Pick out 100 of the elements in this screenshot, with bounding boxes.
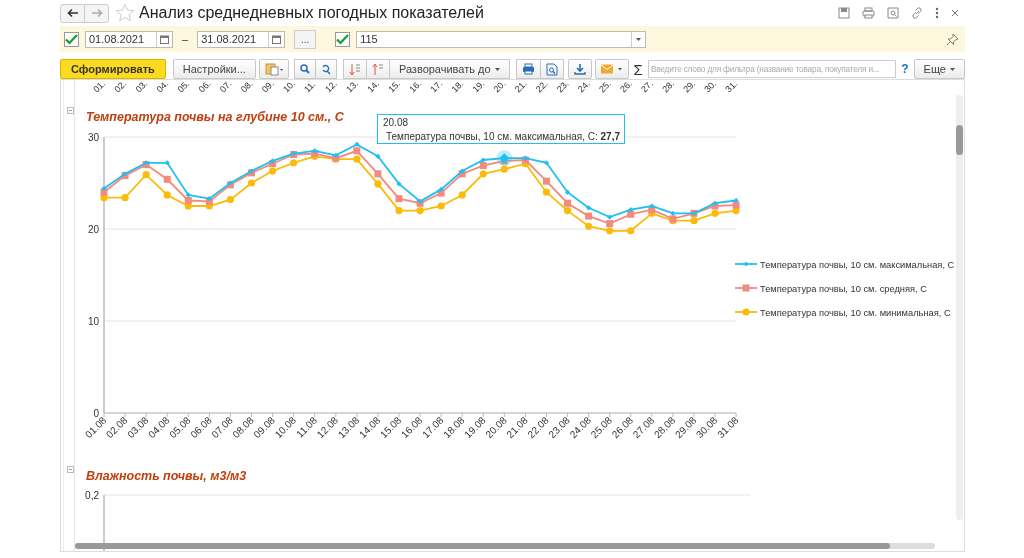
point <box>312 148 318 154</box>
point <box>416 207 424 215</box>
axis-label: 0 <box>93 408 99 419</box>
axis-label: 27. <box>639 80 656 94</box>
range-dash: – <box>182 33 189 45</box>
point <box>142 171 150 179</box>
axis-label: 20. <box>491 80 508 94</box>
point <box>333 152 339 158</box>
point <box>564 199 572 207</box>
point <box>586 205 592 211</box>
point <box>627 227 635 235</box>
point <box>247 179 256 187</box>
point <box>542 188 551 196</box>
axis-label: 21. <box>512 80 529 94</box>
axis-label: 10. <box>280 80 297 94</box>
point <box>500 165 508 173</box>
generate-button[interactable]: Сформировать <box>60 59 166 79</box>
point <box>543 160 550 166</box>
point <box>395 207 403 215</box>
help-link[interactable]: ? <box>901 62 909 76</box>
station-field[interactable]: 115 <box>356 30 647 48</box>
axis-label: 11. <box>302 80 318 94</box>
axis-label: 25. <box>597 80 613 94</box>
axis-label: 22. <box>533 80 550 94</box>
period-button[interactable]: ... <box>294 29 317 49</box>
point <box>606 227 614 235</box>
sum-button[interactable]: Σ <box>633 60 643 78</box>
axis-label: 16. <box>407 80 424 94</box>
axis-label: 02. <box>112 80 129 94</box>
axis-label: 08. <box>238 80 255 94</box>
point <box>395 195 403 203</box>
point <box>458 191 466 199</box>
axis-label: 24. <box>575 80 592 94</box>
point <box>101 185 107 192</box>
date-field[interactable]: 01.08.2021 <box>85 30 173 48</box>
axis-label: 20 <box>87 224 99 235</box>
point <box>690 217 698 225</box>
axis-label: 10 <box>87 316 99 327</box>
legend-label: Температура почвы, 10 см. максимальная, С <box>760 260 955 270</box>
axis-label: 05. <box>175 80 192 94</box>
point <box>353 155 361 163</box>
axis-label: 04. <box>154 80 171 94</box>
point <box>290 159 298 167</box>
axis-label: 12. <box>323 80 340 94</box>
axis-label: 03. <box>133 80 150 94</box>
chart-title: Температура почвы на глубине 10 см., С <box>86 110 344 126</box>
point <box>585 212 593 220</box>
axis-label: 23. <box>554 80 571 94</box>
point <box>628 207 634 213</box>
window-title: Анализ среднедневных погодных показателей <box>139 4 484 22</box>
expand-dropdown[interactable]: Разворачивать до <box>388 59 510 79</box>
point <box>732 201 740 209</box>
point <box>542 177 550 185</box>
point <box>479 162 487 170</box>
axis-label: 01. <box>91 80 108 94</box>
point <box>269 158 276 164</box>
point <box>564 189 571 195</box>
tooltip-date: 20.08 <box>383 117 410 128</box>
point <box>606 219 614 227</box>
point <box>353 147 361 155</box>
search-field[interactable]: Введите слово для фильтра (название товара, покупателя и... <box>647 60 897 78</box>
axis-label: 09. <box>259 80 276 94</box>
axis-label: 31. <box>723 80 740 94</box>
point <box>164 160 170 166</box>
point <box>585 222 593 230</box>
point <box>438 186 444 193</box>
legend-label: Температура почвы, 10 см. средняя, С <box>760 284 927 294</box>
date-field[interactable]: 31.08.2021 <box>197 30 286 48</box>
settings-button[interactable]: Настройки... <box>172 59 256 79</box>
axis-label: 0,2 <box>85 490 99 501</box>
axis-label: 29. <box>681 80 698 94</box>
chart-title: Влажность почвы, м3/м3 <box>86 469 247 485</box>
axis-label: 14. <box>365 80 382 94</box>
more-button[interactable]: Еще <box>913 59 965 79</box>
point <box>163 175 171 183</box>
point <box>670 210 676 216</box>
point <box>374 180 382 188</box>
axis-label: 30. <box>702 80 719 94</box>
axis-label: 13. <box>344 80 361 94</box>
axis-label: 30 <box>87 132 99 143</box>
axis-label: 18. <box>449 80 466 94</box>
point <box>563 207 572 215</box>
point <box>226 195 235 204</box>
point <box>184 196 192 204</box>
point <box>374 170 382 178</box>
tooltip-text: Температура почвы, 10 см. максимальная, С: 27,7 <box>386 131 620 142</box>
point <box>375 153 381 159</box>
point <box>437 202 445 210</box>
axis-label: 17. <box>428 80 445 94</box>
legend-label: Температура почвы, 10 см. минимальная, С <box>760 308 951 318</box>
axis-label: 06. <box>196 80 213 94</box>
axis-label: 26. <box>618 80 634 94</box>
point <box>268 167 277 175</box>
point <box>354 141 360 147</box>
point <box>479 170 487 178</box>
point <box>121 194 129 202</box>
axis-label: 15. <box>386 80 403 94</box>
axis-label: 07. <box>217 80 234 94</box>
axis-label: 19. <box>470 80 487 94</box>
point <box>627 210 635 218</box>
